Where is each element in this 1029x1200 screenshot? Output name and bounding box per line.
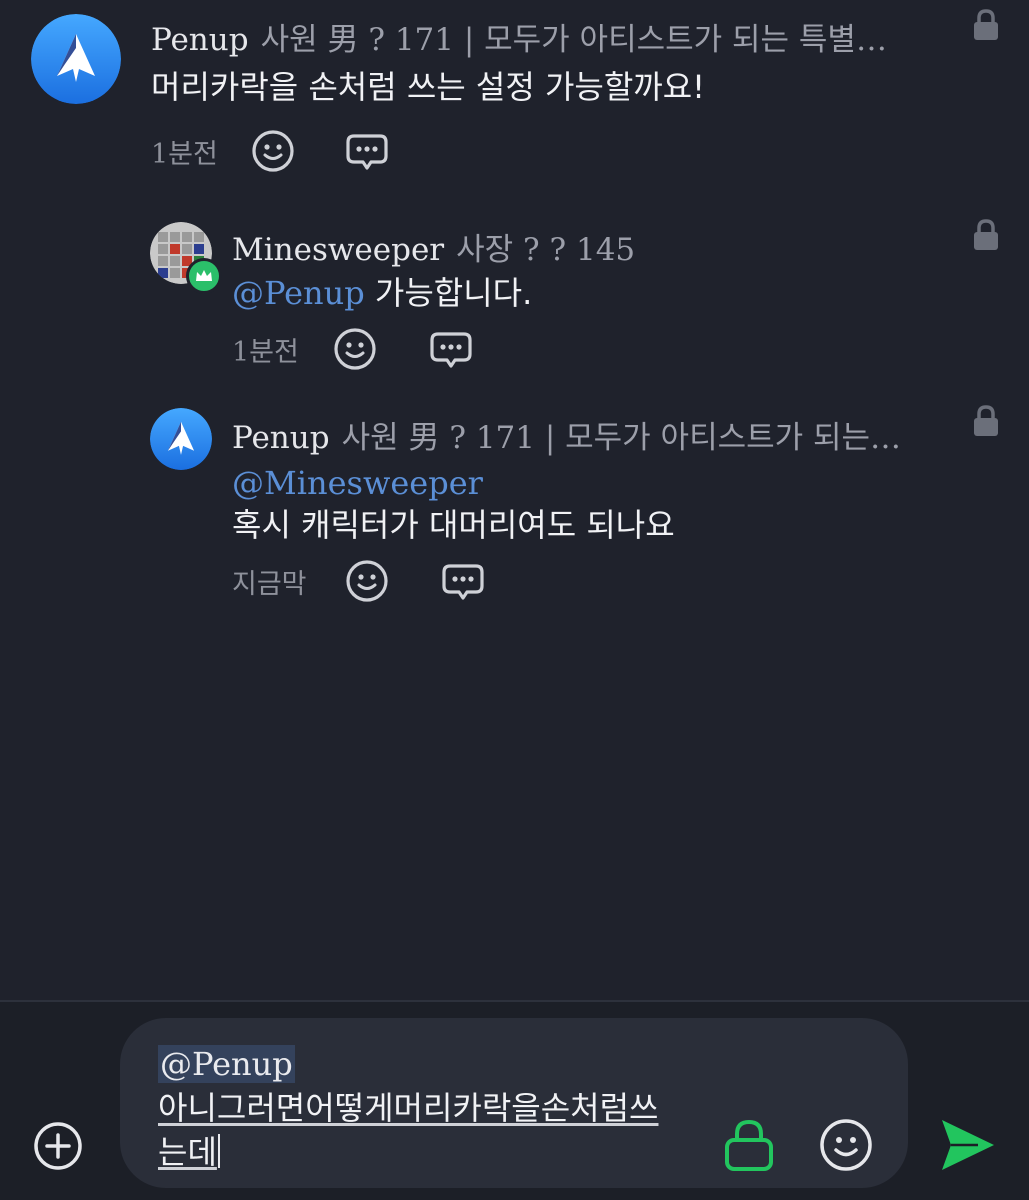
lock-icon bbox=[972, 218, 1000, 252]
comment-header: Penup 사원 男 ? 171 | 모두가 아티스트가 되는 특별… bbox=[151, 14, 911, 59]
user-info: 사원 男 ? 171 | 모두가 아티스트가 되는 특별… bbox=[260, 22, 887, 58]
draft-mention[interactable]: @Penup bbox=[158, 1045, 295, 1083]
comment-text: @Penup 가능합니다. bbox=[232, 270, 532, 316]
timestamp: 1분전 bbox=[232, 336, 299, 368]
emoji-icon bbox=[820, 1119, 872, 1171]
draft-line-1: 아니그러면어떻게머리카락을손처럼쓰 bbox=[158, 1089, 659, 1127]
comment-header: Minesweeper 사장 ? ? 145 bbox=[232, 224, 932, 269]
user-info: 사장 ? ? 145 bbox=[456, 232, 636, 268]
emoji-react-icon[interactable] bbox=[332, 326, 378, 372]
penup-avatar[interactable] bbox=[150, 408, 212, 470]
reply-icon[interactable] bbox=[344, 128, 390, 174]
mention-line: @Minesweeper bbox=[232, 460, 483, 506]
comment-actions: 1분전 bbox=[151, 128, 390, 174]
nickname[interactable]: Penup bbox=[232, 420, 330, 456]
lock-icon bbox=[972, 8, 1000, 42]
comment-text: 혹시 캐릭터가 대머리여도 되나요 bbox=[232, 506, 675, 544]
plus-circle-icon bbox=[34, 1122, 82, 1170]
private-toggle-button[interactable] bbox=[722, 1117, 776, 1173]
reply-icon[interactable] bbox=[440, 558, 486, 604]
send-icon bbox=[942, 1120, 994, 1170]
penup-logo-icon bbox=[31, 14, 121, 104]
mention-link[interactable]: @Penup bbox=[232, 274, 365, 312]
comment-text: 머리카락을 손처럼 쓰는 설정 가능할까요! bbox=[151, 68, 705, 106]
text-caret bbox=[217, 1134, 220, 1168]
comment-body: 가능합니다. bbox=[374, 274, 533, 312]
user-info: 사원 男 ? 171 | 모두가 아티스트가 되는… bbox=[341, 420, 902, 456]
nickname[interactable]: Penup bbox=[151, 22, 249, 58]
send-button[interactable] bbox=[938, 1116, 998, 1174]
lock-icon bbox=[972, 404, 1000, 438]
penup-logo-icon bbox=[150, 408, 212, 470]
penup-avatar[interactable] bbox=[31, 14, 121, 104]
draft-line-2: 는데 bbox=[158, 1133, 217, 1171]
nickname[interactable]: Minesweeper bbox=[232, 232, 444, 268]
draft-text[interactable]: @Penup 아니그러면어떻게머리카락을손처럼쓰 는데 bbox=[158, 1042, 658, 1174]
timestamp: 지금막 bbox=[232, 568, 307, 600]
emoji-react-icon[interactable] bbox=[250, 128, 296, 174]
reply-icon[interactable] bbox=[428, 326, 474, 372]
comment-actions: 지금막 bbox=[232, 558, 486, 604]
add-attachment-button[interactable] bbox=[32, 1120, 84, 1172]
timestamp: 1분전 bbox=[151, 138, 218, 170]
emoji-react-icon[interactable] bbox=[344, 558, 390, 604]
emoji-picker-button[interactable] bbox=[818, 1117, 874, 1173]
comment-actions: 1분전 bbox=[232, 326, 474, 372]
mention-link[interactable]: @Minesweeper bbox=[232, 464, 483, 502]
comment-header: Penup 사원 男 ? 171 | 모두가 아티스트가 되는… bbox=[232, 412, 922, 457]
crown-badge-icon bbox=[186, 258, 222, 294]
lock-icon bbox=[725, 1119, 773, 1171]
